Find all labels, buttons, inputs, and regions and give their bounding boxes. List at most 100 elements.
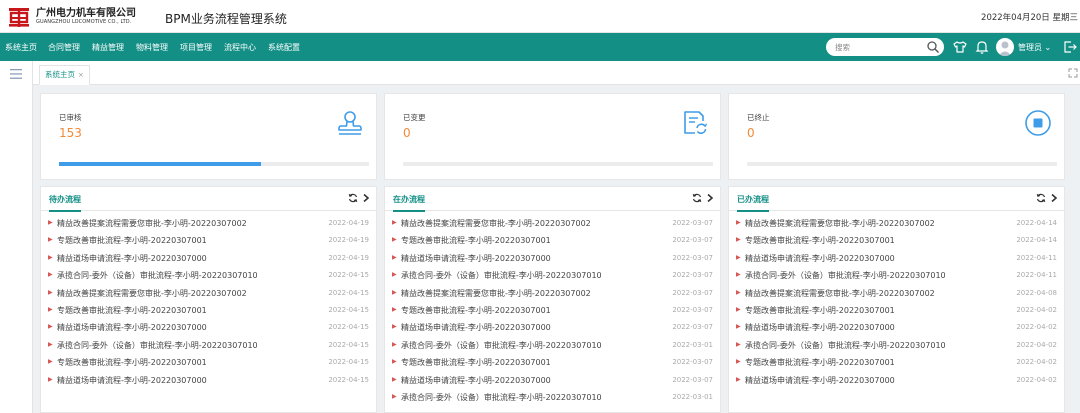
menu-toggle-icon[interactable] <box>10 69 22 79</box>
workflow-title[interactable]: 精益道场申请流程-李小明-20220307000 <box>401 375 551 386</box>
list-item[interactable]: ▶ 承揽合同-委外（设备）审批流程-李小明-20220307010 2022-04-… <box>729 337 1064 354</box>
list-item[interactable]: ▶ 承揽合同-委外（设备）审批流程-李小明-20220307010 2022-04-… <box>41 267 376 284</box>
nav-item-lean[interactable]: 精益管理 <box>92 42 124 53</box>
fullscreen-icon[interactable] <box>1068 68 1078 78</box>
workflow-title[interactable]: 精益道场申请流程-李小明-20220307000 <box>401 322 551 333</box>
workflow-title[interactable]: 专题改善审批流程-李小明-20220307001 <box>57 357 207 368</box>
list-item[interactable]: ▶ 精益改善提案流程需要您审批-李小明-20220307002 2022-03-07 <box>385 285 720 302</box>
list-item[interactable]: ▶ 精益道场申请流程-李小明-20220307000 2022-03-07 <box>385 372 720 389</box>
refresh-icon[interactable] <box>1036 193 1046 203</box>
nav-item-home[interactable]: 系统主页 <box>5 42 37 53</box>
workflow-title[interactable]: 精益改善提案流程需要您审批-李小明-20220307002 <box>401 218 591 229</box>
list-bullet-icon: ▶ <box>736 305 741 313</box>
list-item[interactable]: ▶ 精益道场申请流程-李小明-20220307000 2022-04-02 <box>729 319 1064 336</box>
list-item[interactable]: ▶ 专题改善审批流程-李小明-20220307001 2022-03-07 <box>385 354 720 371</box>
workflow-title[interactable]: 精益改善提案流程需要您审批-李小明-20220307002 <box>745 218 935 229</box>
workflow-title[interactable]: 精益改善提案流程需要您审批-李小明-20220307002 <box>745 288 935 299</box>
more-arrow-icon[interactable] <box>361 193 371 203</box>
workflow-title[interactable]: 精益改善提案流程需要您审批-李小明-20220307002 <box>57 288 247 299</box>
list-item[interactable]: ▶ 专题改善审批流程-李小明-20220307001 2022-04-02 <box>729 354 1064 371</box>
list-item[interactable]: ▶ 承揽合同-委外（设备）审批流程-李小明-20220307010 2022-03-… <box>385 389 720 406</box>
workflow-title[interactable]: 承揽合同-委外（设备）审批流程-李小明-20220307010 <box>401 340 602 351</box>
list-item[interactable]: ▶ 精益道场申请流程-李小明-20220307000 2022-04-02 <box>729 372 1064 389</box>
workflow-title[interactable]: 专题改善审批流程-李小明-20220307001 <box>401 235 551 246</box>
user-menu-label[interactable]: 管理员 ⌄ <box>1018 42 1051 53</box>
workflow-date: 2022-04-14 <box>1016 236 1057 245</box>
list-item[interactable]: ▶ 精益道场申请流程-李小明-20220307000 2022-03-07 <box>385 319 720 336</box>
workflow-title[interactable]: 承揽合同-委外（设备）审批流程-李小明-20220307010 <box>745 270 946 281</box>
list-item[interactable]: ▶ 精益改善提案流程需要您审批-李小明-20220307002 2022-04-19 <box>41 215 376 232</box>
list-item[interactable]: ▶ 专题改善审批流程-李小明-20220307001 2022-04-14 <box>729 232 1064 249</box>
list-item[interactable]: ▶ 专题改善审批流程-李小明-20220307001 2022-04-19 <box>41 232 376 249</box>
list-item[interactable]: ▶ 承揽合同-委外（设备）审批流程-李小明-20220307010 2022-03-… <box>385 267 720 284</box>
nav-item-material[interactable]: 物料管理 <box>136 42 168 53</box>
stop-icon <box>1025 110 1051 136</box>
list-item[interactable]: ▶ 精益道场申请流程-李小明-20220307000 2022-04-19 <box>41 250 376 267</box>
workflow-title[interactable]: 精益道场申请流程-李小明-20220307000 <box>745 253 895 264</box>
workflow-title[interactable]: 精益道场申请流程-李小明-20220307000 <box>401 253 551 264</box>
workflow-title[interactable]: 承揽合同-委外（设备）审批流程-李小明-20220307010 <box>57 270 258 281</box>
workflow-title[interactable]: 精益改善提案流程需要您审批-李小明-20220307002 <box>401 288 591 299</box>
list-item[interactable]: ▶ 专题改善审批流程-李小明-20220307001 2022-03-07 <box>385 232 720 249</box>
list-item[interactable]: ▶ 精益改善提案流程需要您审批-李小明-20220307002 2022-04-14 <box>729 215 1064 232</box>
list-item[interactable]: ▶ 专题改善审批流程-李小明-20220307001 2022-03-07 <box>385 302 720 319</box>
workflow-title[interactable]: 专题改善审批流程-李小明-20220307001 <box>57 305 207 316</box>
list-item[interactable]: ▶ 精益道场申请流程-李小明-20220307000 2022-04-15 <box>41 372 376 389</box>
panel-header: 在办流程 <box>385 187 720 212</box>
bell-icon[interactable] <box>974 39 990 55</box>
list-item[interactable]: ▶ 精益改善提案流程需要您审批-李小明-20220307002 2022-04-15 <box>41 285 376 302</box>
workflow-title[interactable]: 精益道场申请流程-李小明-20220307000 <box>745 375 895 386</box>
workflow-title[interactable]: 专题改善审批流程-李小明-20220307001 <box>401 305 551 316</box>
list-item[interactable]: ▶ 专题改善审批流程-李小明-20220307001 2022-04-15 <box>41 354 376 371</box>
panel-title[interactable]: 已办流程 <box>737 194 769 212</box>
list-item[interactable]: ▶ 精益道场申请流程-李小明-20220307000 2022-03-07 <box>385 250 720 267</box>
nav-item-workflow[interactable]: 流程中心 <box>224 42 256 53</box>
nav-item-project[interactable]: 项目管理 <box>180 42 212 53</box>
workflow-title[interactable]: 承揽合同-委外（设备）审批流程-李小明-20220307010 <box>745 340 946 351</box>
logout-icon[interactable] <box>1062 39 1078 55</box>
workflow-title[interactable]: 专题改善审批流程-李小明-20220307001 <box>745 305 895 316</box>
tab-close-icon[interactable]: × <box>78 71 84 79</box>
more-arrow-icon[interactable] <box>705 193 715 203</box>
nav-item-contract[interactable]: 合同管理 <box>48 42 80 53</box>
list-bullet-icon: ▶ <box>736 236 741 244</box>
list-item[interactable]: ▶ 承揽合同-委外（设备）审批流程-李小明-20220307010 2022-04-… <box>729 267 1064 284</box>
avatar[interactable] <box>996 38 1014 56</box>
list-item[interactable]: ▶ 承揽合同-委外（设备）审批流程-李小明-20220307010 2022-03-… <box>385 337 720 354</box>
list-item[interactable]: ▶ 精益道场申请流程-李小明-20220307000 2022-04-11 <box>729 250 1064 267</box>
workflow-title[interactable]: 专题改善审批流程-李小明-20220307001 <box>401 357 551 368</box>
list-item[interactable]: ▶ 专题改善审批流程-李小明-20220307001 2022-04-02 <box>729 302 1064 319</box>
more-arrow-icon[interactable] <box>1049 193 1059 203</box>
tab-home[interactable]: 系统主页 × <box>39 65 90 85</box>
refresh-icon[interactable] <box>692 193 702 203</box>
search-icon[interactable] <box>926 40 940 54</box>
workflow-title[interactable]: 承揽合同-委外（设备）审批流程-李小明-20220307010 <box>401 270 602 281</box>
workflow-title[interactable]: 承揽合同-委外（设备）审批流程-李小明-20220307010 <box>401 392 602 403</box>
workflow-title[interactable]: 精益道场申请流程-李小明-20220307000 <box>57 253 207 264</box>
workflow-title[interactable]: 专题改善审批流程-李小明-20220307001 <box>745 357 895 368</box>
search-input[interactable]: 搜索 <box>835 42 850 53</box>
workflow-title[interactable]: 专题改善审批流程-李小明-20220307001 <box>57 235 207 246</box>
list-item[interactable]: ▶ 专题改善审批流程-李小明-20220307001 2022-04-15 <box>41 302 376 319</box>
workflow-title[interactable]: 精益道场申请流程-李小明-20220307000 <box>57 322 207 333</box>
top-header: 广州电力机车有限公司 GUANGZHOU LOCOMOTIVE CO., LTD… <box>0 0 1080 33</box>
workflow-title[interactable]: 精益改善提案流程需要您审批-李小明-20220307002 <box>57 218 247 229</box>
workflow-title[interactable]: 承揽合同-委外（设备）审批流程-李小明-20220307010 <box>57 340 258 351</box>
refresh-icon[interactable] <box>348 193 358 203</box>
workflow-title[interactable]: 精益道场申请流程-李小明-20220307000 <box>57 375 207 386</box>
workflow-title[interactable]: 专题改善审批流程-李小明-20220307001 <box>745 235 895 246</box>
list-bullet-icon: ▶ <box>48 288 53 296</box>
list-item[interactable]: ▶ 承揽合同-委外（设备）审批流程-李小明-20220307010 2022-04-… <box>41 337 376 354</box>
list-item[interactable]: ▶ 精益改善提案流程需要您审批-李小明-20220307002 2022-04-08 <box>729 285 1064 302</box>
list-item[interactable]: ▶ 精益道场申请流程-李小明-20220307000 2022-04-15 <box>41 319 376 336</box>
nav-item-config[interactable]: 系统配置 <box>268 42 300 53</box>
panel-title[interactable]: 待办流程 <box>49 194 81 212</box>
workflow-title[interactable]: 精益道场申请流程-李小明-20220307000 <box>745 322 895 333</box>
panel-list: ▶ 精益改善提案流程需要您审批-李小明-20220307002 2022-03-07… <box>385 215 720 406</box>
search-box[interactable]: 搜索 <box>826 38 944 56</box>
panel-title[interactable]: 在办流程 <box>393 194 425 212</box>
skin-icon[interactable] <box>952 39 968 55</box>
workflow-date: 2022-03-07 <box>672 288 713 297</box>
list-item[interactable]: ▶ 精益改善提案流程需要您审批-李小明-20220307002 2022-03-07 <box>385 215 720 232</box>
panel-header: 已办流程 <box>729 187 1064 212</box>
